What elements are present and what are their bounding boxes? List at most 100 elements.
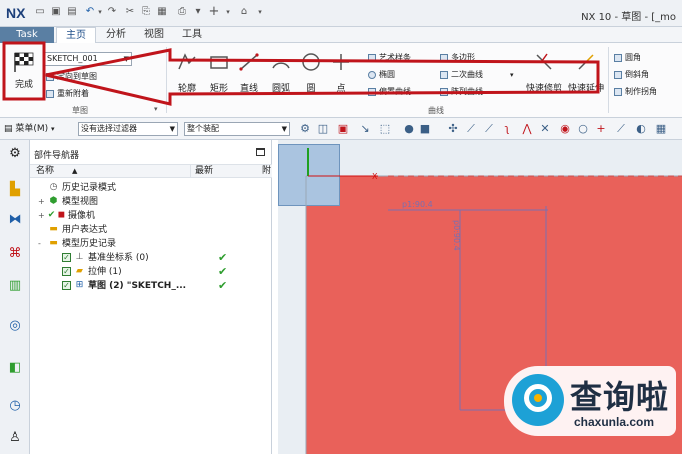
tab-analysis[interactable]: 分析 bbox=[98, 27, 134, 43]
tree-row-user-expressions[interactable]: ▬ 用户表达式 bbox=[30, 223, 272, 237]
finish-sketch-button[interactable]: 完成 bbox=[6, 47, 42, 103]
existing-point-icon[interactable]: + bbox=[594, 122, 608, 136]
rectangle-button[interactable]: 矩形 bbox=[204, 51, 234, 94]
cut-icon[interactable]: ✂ bbox=[124, 6, 136, 18]
column-name[interactable]: 名称 bbox=[36, 165, 54, 178]
visibility-checkbox[interactable]: ✓ bbox=[62, 281, 71, 290]
line-button[interactable]: 直线 bbox=[234, 51, 264, 94]
assembly-scope-select[interactable]: 整个装配 ▼ bbox=[184, 122, 290, 136]
collapse-icon[interactable]: - bbox=[38, 237, 41, 251]
expand-icon[interactable]: + bbox=[38, 209, 45, 223]
sort-ascending-icon[interactable]: ▲ bbox=[72, 165, 77, 178]
visibility-checkbox[interactable]: ✓ bbox=[62, 253, 71, 262]
expand-icon[interactable]: + bbox=[38, 195, 45, 209]
menu-button[interactable]: ▤ 菜单(M) ▾ bbox=[4, 122, 55, 136]
copy-icon[interactable]: ⎘ bbox=[140, 6, 152, 18]
history-icon[interactable]: ◧ bbox=[7, 360, 23, 376]
tree-row-datum-csys[interactable]: ✓ ⊥ 基准坐标系 (0) ✔ bbox=[30, 251, 272, 265]
select-components-icon[interactable]: ◫ bbox=[316, 122, 330, 136]
new-file-icon[interactable]: ▭ bbox=[34, 6, 46, 18]
window-icon[interactable]: ⌂ bbox=[238, 6, 250, 18]
point-on-surface-icon[interactable]: ◐ bbox=[634, 122, 648, 136]
orient-to-sketch-button[interactable]: 定向到草图 bbox=[46, 71, 97, 83]
end-point-icon[interactable]: ⟋ bbox=[464, 122, 478, 136]
snap-icon[interactable]: ↘ bbox=[358, 122, 372, 136]
curve-gallery-dropdown-icon[interactable]: ▾ bbox=[510, 68, 514, 82]
reuse-library-icon[interactable]: ▥ bbox=[7, 278, 23, 294]
profile-button[interactable]: 轮廓 bbox=[172, 51, 202, 94]
quadrant-point-icon[interactable]: ○ bbox=[576, 122, 590, 136]
resource-bar: ⚙ ▙ ⧓ ⌘ ▥ ◎ ◧ ◷ ♙ bbox=[0, 140, 30, 454]
sphere-icon[interactable]: ● bbox=[402, 122, 416, 136]
point-on-curve-icon[interactable]: ⟋ bbox=[614, 122, 628, 136]
quick-extend-button[interactable]: 快速延伸 bbox=[566, 51, 606, 94]
curve-point-icon[interactable]: ʅ bbox=[500, 122, 514, 136]
pattern-curve-button[interactable]: 阵列曲线 bbox=[440, 85, 483, 99]
conic-button[interactable]: 二次曲线 bbox=[440, 68, 483, 82]
sketch-name-select[interactable]: SKETCH_001 ▼ bbox=[44, 52, 132, 66]
undo-dropdown-icon[interactable]: ▾ bbox=[94, 6, 106, 18]
type-filter-select[interactable]: 没有选择过滤器 ▼ bbox=[78, 122, 178, 136]
reattach-button[interactable]: 重新附着 bbox=[46, 88, 89, 100]
arc-center-icon[interactable]: ◉ bbox=[558, 122, 572, 136]
clock-icon[interactable]: ◷ bbox=[7, 398, 23, 414]
column-extra[interactable]: 附 bbox=[262, 165, 271, 178]
web-browser-icon[interactable]: ◎ bbox=[7, 318, 23, 334]
point-button[interactable]: 点 bbox=[326, 51, 356, 94]
cube-icon[interactable]: ■ bbox=[418, 122, 432, 136]
add-dropdown-icon[interactable]: ▾ bbox=[222, 6, 234, 18]
make-corner-button[interactable]: 制作拐角 bbox=[614, 85, 657, 99]
circle-button[interactable]: 圆 bbox=[296, 51, 326, 94]
add-icon[interactable]: + bbox=[208, 5, 220, 18]
tree-row-model-views[interactable]: + ⬢ 模型视图 bbox=[30, 195, 272, 209]
vertical-dimension-label[interactable]: p0:90.4 bbox=[452, 220, 461, 251]
select-features-icon[interactable]: ⚙ bbox=[298, 122, 312, 136]
task-tab[interactable]: Task bbox=[0, 27, 54, 43]
tab-home[interactable]: 主页 bbox=[56, 27, 96, 43]
sketch-group-expand-icon[interactable]: ▾ bbox=[154, 105, 158, 113]
ellipse-button[interactable]: 椭圆 bbox=[368, 68, 395, 82]
mid-point-icon[interactable]: ⟋ bbox=[482, 122, 496, 136]
rectangle-select-icon[interactable]: ⬚ bbox=[378, 122, 392, 136]
bounded-grid-icon[interactable]: ▦ bbox=[654, 122, 668, 136]
settings-icon[interactable]: ⚙ bbox=[7, 146, 23, 162]
tree-row-model-history[interactable]: - ▬ 模型历史记录 bbox=[30, 237, 272, 251]
roles-icon[interactable]: ♙ bbox=[7, 430, 23, 446]
repeat-command-icon[interactable]: ▾ bbox=[192, 6, 204, 18]
snap-point-icon[interactable]: ✣ bbox=[446, 122, 460, 136]
intersection-icon[interactable]: ⋀ bbox=[520, 122, 534, 136]
tree-row-sketch[interactable]: ✓ ⊞ 草图 (2) "SKETCH_... ✔ bbox=[30, 279, 272, 293]
studio-spline-button[interactable]: 艺术样条 bbox=[368, 51, 411, 65]
tab-tools[interactable]: 工具 bbox=[174, 27, 210, 43]
conic-icon bbox=[440, 71, 448, 79]
chamfer-button[interactable]: 倒斜角 bbox=[614, 68, 649, 82]
tab-view[interactable]: 视图 bbox=[136, 27, 172, 43]
maximize-icon[interactable] bbox=[256, 148, 265, 156]
print-icon[interactable]: ⎙ bbox=[176, 6, 188, 18]
polygon-button[interactable]: 多边形 bbox=[440, 51, 475, 65]
visibility-checkbox[interactable]: ✓ bbox=[62, 267, 71, 276]
snapshot-icon[interactable]: ▤ bbox=[66, 6, 78, 18]
tree-row-extrude[interactable]: ✓ ▰ 拉伸 (1) ✔ bbox=[30, 265, 272, 279]
customize-dropdown-icon[interactable]: ▾ bbox=[254, 6, 266, 18]
column-latest[interactable]: 最新 bbox=[190, 165, 268, 178]
paste-icon[interactable]: ▦ bbox=[156, 6, 168, 18]
tree-row-cameras[interactable]: + ✔ ◼ 摄像机 bbox=[30, 209, 272, 223]
fillet-button[interactable]: 圆角 bbox=[614, 51, 641, 65]
part-navigator-icon[interactable]: ⌘ bbox=[7, 246, 23, 262]
save-icon[interactable]: ▣ bbox=[50, 6, 62, 18]
constraint-navigator-icon[interactable]: ⧓ bbox=[7, 212, 23, 228]
select-all-icon[interactable]: ▣ bbox=[336, 122, 350, 136]
logo-dot bbox=[534, 394, 542, 402]
quick-trim-button[interactable]: 快速修剪 bbox=[524, 51, 564, 94]
redo-icon[interactable]: ↷ bbox=[106, 6, 118, 18]
group-divider bbox=[608, 47, 609, 113]
circle-icon bbox=[302, 53, 320, 71]
tangent-point-icon[interactable]: ✕ bbox=[538, 122, 552, 136]
arc-button[interactable]: 圆弧 bbox=[266, 51, 296, 94]
clock-icon: ◷ bbox=[49, 182, 58, 192]
tree-row-history-mode[interactable]: ◷ 历史记录模式 bbox=[30, 181, 272, 195]
horizontal-dimension-label[interactable]: p1:90.4 bbox=[402, 200, 433, 209]
assembly-navigator-icon[interactable]: ▙ bbox=[7, 182, 23, 198]
offset-curve-button[interactable]: 偏置曲线 bbox=[368, 85, 411, 99]
